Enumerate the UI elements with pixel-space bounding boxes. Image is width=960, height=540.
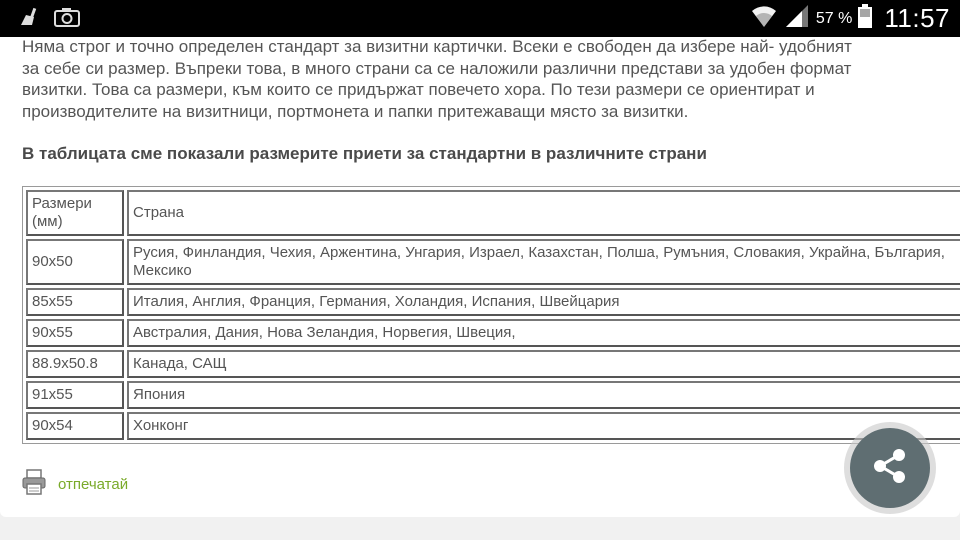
print-link[interactable]: отпечатай [58, 476, 128, 493]
table-row: 90x50 Русия, Финландия, Чехия, Аржентина… [26, 239, 960, 285]
cell-countries: Австралия, Дания, Нова Зеландия, Норвеги… [127, 319, 960, 347]
sizes-table-container: Размери (мм) Страна 90x50 Русия, Финланд… [22, 186, 960, 444]
cell-size: 90x55 [26, 319, 124, 347]
intro-line: Няма строг и точно определен стандарт за… [22, 37, 852, 56]
article-page: Няма строг и точно определен стандарт за… [0, 37, 960, 517]
cell-size: 88.9x50.8 [26, 350, 124, 378]
intro-line: визитки. Това са размери, към които се п… [22, 80, 815, 99]
print-action[interactable]: отпечатай [22, 469, 128, 500]
header-country: Страна [127, 190, 960, 236]
wifi-icon [750, 3, 778, 34]
clock: 11:57 [884, 3, 950, 33]
table-row: 91x55 Япония [26, 381, 960, 409]
camera-icon [54, 7, 80, 32]
intro-line: за себе си размер. Въпреки това, в много… [22, 58, 852, 78]
share-icon[interactable] [868, 444, 912, 493]
battery-icon [858, 4, 873, 33]
table-row: 85x55 Италия, Англия, Франция, Германия,… [26, 288, 960, 316]
cleaner-icon [18, 7, 40, 32]
cell-countries: Япония [127, 381, 960, 409]
table-row: 88.9x50.8 Канада, САЩ [26, 350, 960, 378]
table-header-row: Размери (мм) Страна [26, 190, 960, 236]
cell-countries: Русия, Финландия, Чехия, Аржентина, Унга… [127, 239, 960, 285]
sizes-table: Размери (мм) Страна 90x50 Русия, Финланд… [23, 187, 960, 443]
battery-percent: 57 % [815, 9, 853, 27]
intro-paragraph: Няма строг и точно определен стандарт за… [22, 36, 960, 122]
signal-icon [784, 3, 810, 34]
table-row: 90x54 Хонконг [26, 412, 960, 440]
share-button[interactable] [850, 428, 930, 508]
cell-size: 91x55 [26, 381, 124, 409]
status-bar: 57 % 11:57 [0, 0, 960, 37]
table-lead-text: В таблицата сме показали размерите приет… [22, 144, 707, 163]
header-size: Размери (мм) [26, 190, 124, 236]
intro-line: производителите на визитници, портмонета… [22, 101, 689, 121]
printer-icon[interactable] [22, 469, 46, 500]
cell-countries: Хонконг [127, 412, 960, 440]
cell-countries: Италия, Англия, Франция, Германия, Холан… [127, 288, 960, 316]
cell-countries: Канада, САЩ [127, 350, 960, 378]
cell-size: 90x50 [26, 239, 124, 285]
cell-size: 90x54 [26, 412, 124, 440]
table-row: 90x55 Австралия, Дания, Нова Зеландия, Н… [26, 319, 960, 347]
cell-size: 85x55 [26, 288, 124, 316]
